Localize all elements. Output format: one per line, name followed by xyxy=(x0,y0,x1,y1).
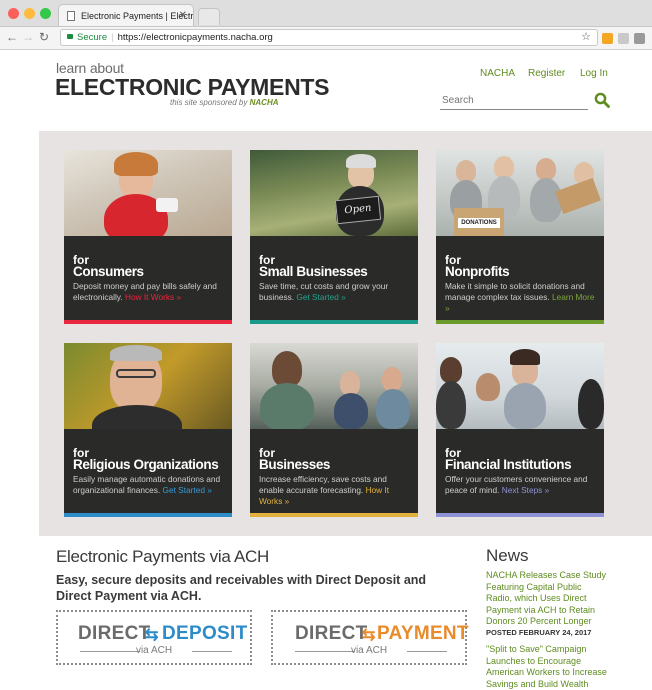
bookmark-star-icon[interactable]: ☆ xyxy=(581,30,591,43)
card-financial-institutions[interactable]: for Financial Institutions Offer your cu… xyxy=(436,343,604,517)
extension-icon[interactable] xyxy=(618,33,629,44)
extension-icon[interactable] xyxy=(602,33,613,44)
card-title: Businesses xyxy=(259,457,331,472)
card-title: Financial Institutions xyxy=(445,457,572,472)
reload-icon[interactable]: ↻ xyxy=(39,30,49,44)
card-link[interactable]: Get Started » xyxy=(163,485,212,495)
card-description: Deposit money and pay bills safely and e… xyxy=(73,281,217,302)
badge-word-direct: DIRECT xyxy=(295,623,368,644)
close-tab-icon[interactable]: ✕ xyxy=(179,10,187,21)
ach-section-subtitle: Easy, secure deposits and receivables wi… xyxy=(56,573,427,603)
news-heading: News xyxy=(486,546,529,565)
secure-label: Secure xyxy=(77,32,108,43)
back-icon[interactable]: ← xyxy=(6,30,18,44)
card-description: Offer your customers convenience and pea… xyxy=(445,474,588,495)
nav-link-login[interactable]: Log In xyxy=(580,68,608,79)
nonprofits-photo: DONATIONS xyxy=(436,150,604,236)
card-title: Nonprofits xyxy=(445,264,510,279)
badge-word-payment: PAYMENT xyxy=(377,623,469,644)
financial-institutions-photo xyxy=(436,343,604,429)
nav-link-register[interactable]: Register xyxy=(528,68,565,79)
card-accent-bar xyxy=(64,320,232,324)
card-small-businesses[interactable]: Open for Small Businesses Save time, cut… xyxy=(250,150,418,324)
exchange-arrows-icon: ⇆ xyxy=(362,627,376,644)
card-description: Easily manage automatic donations and or… xyxy=(73,474,221,495)
card-description: Make it simple to solicit donations and … xyxy=(445,281,595,313)
small-business-photo: Open xyxy=(250,150,418,236)
card-accent-bar xyxy=(250,320,418,324)
address-bar[interactable]: Secure | https://electronicpayments.nacha.… xyxy=(60,29,598,46)
card-description: Save time, cut costs and grow your busin… xyxy=(259,281,389,302)
extension-icon[interactable] xyxy=(634,33,645,44)
direct-deposit-badge[interactable]: DIRECT ⇆ DEPOSIT via ACH xyxy=(56,610,252,665)
businesses-photo xyxy=(250,343,418,429)
url-text: https://electronicpayments.nacha.org xyxy=(117,32,273,43)
close-window-button[interactable] xyxy=(8,8,19,19)
card-consumers[interactable]: for Consumers Deposit money and pay bill… xyxy=(64,150,232,324)
card-accent-bar xyxy=(436,513,604,517)
search-input[interactable] xyxy=(440,92,588,110)
card-description: Increase efficiency, save costs and enab… xyxy=(259,474,390,506)
card-link[interactable]: Get Started » xyxy=(296,292,345,302)
religious-organizations-photo xyxy=(64,343,232,429)
forward-icon[interactable]: → xyxy=(22,30,34,44)
browser-tabstrip: Electronic Payments | Electro ✕ xyxy=(0,0,652,27)
card-nonprofits[interactable]: DONATIONS for Nonprofits Make it simple … xyxy=(436,150,604,324)
sponsor-line: this site sponsored by NACHA xyxy=(170,98,279,107)
ach-section-title: Electronic Payments via ACH xyxy=(56,547,269,566)
card-link[interactable]: Next Steps » xyxy=(502,485,550,495)
card-title: Consumers xyxy=(73,264,144,279)
tab-title: Electronic Payments | Electro xyxy=(81,11,194,21)
maximize-window-button[interactable] xyxy=(40,8,51,19)
browser-tab[interactable]: Electronic Payments | Electro ✕ xyxy=(58,4,194,26)
card-link[interactable]: How It Works » xyxy=(125,292,181,302)
page-icon xyxy=(67,11,75,21)
badge-word-deposit: DEPOSIT xyxy=(162,623,248,644)
browser-toolbar: ← → ↻ Secure | https://electronicpayments.… xyxy=(0,27,652,50)
lock-icon xyxy=(67,34,73,39)
news-item-link[interactable]: "Split to Save" Campaign Launches to Enc… xyxy=(486,644,610,690)
sponsor-name: NACHA xyxy=(249,98,279,107)
new-tab-button[interactable] xyxy=(198,8,220,25)
search-icon[interactable] xyxy=(594,92,610,108)
minimize-window-button[interactable] xyxy=(24,8,35,19)
nav-link-nacha[interactable]: NACHA xyxy=(480,68,515,79)
card-accent-bar xyxy=(436,320,604,324)
exchange-arrows-icon: ⇆ xyxy=(145,627,159,644)
site-logo[interactable]: ELECTRONIC PAYMENTS xyxy=(55,74,329,101)
badge-word-direct: DIRECT xyxy=(78,623,151,644)
direct-payment-badge[interactable]: DIRECT ⇆ PAYMENT via ACH xyxy=(271,610,469,665)
card-religious-organizations[interactable]: for Religious Organizations Easily manag… xyxy=(64,343,232,517)
consumers-photo xyxy=(64,150,232,236)
card-accent-bar xyxy=(64,513,232,517)
card-title: Religious Organizations xyxy=(73,457,219,472)
card-title: Small Businesses xyxy=(259,264,368,279)
news-item-date: POSTED FEBRUARY 24, 2017 xyxy=(486,628,592,637)
news-item-link[interactable]: NACHA Releases Case Study Featuring Capi… xyxy=(486,570,610,628)
card-businesses[interactable]: for Businesses Increase efficiency, save… xyxy=(250,343,418,517)
card-accent-bar xyxy=(250,513,418,517)
